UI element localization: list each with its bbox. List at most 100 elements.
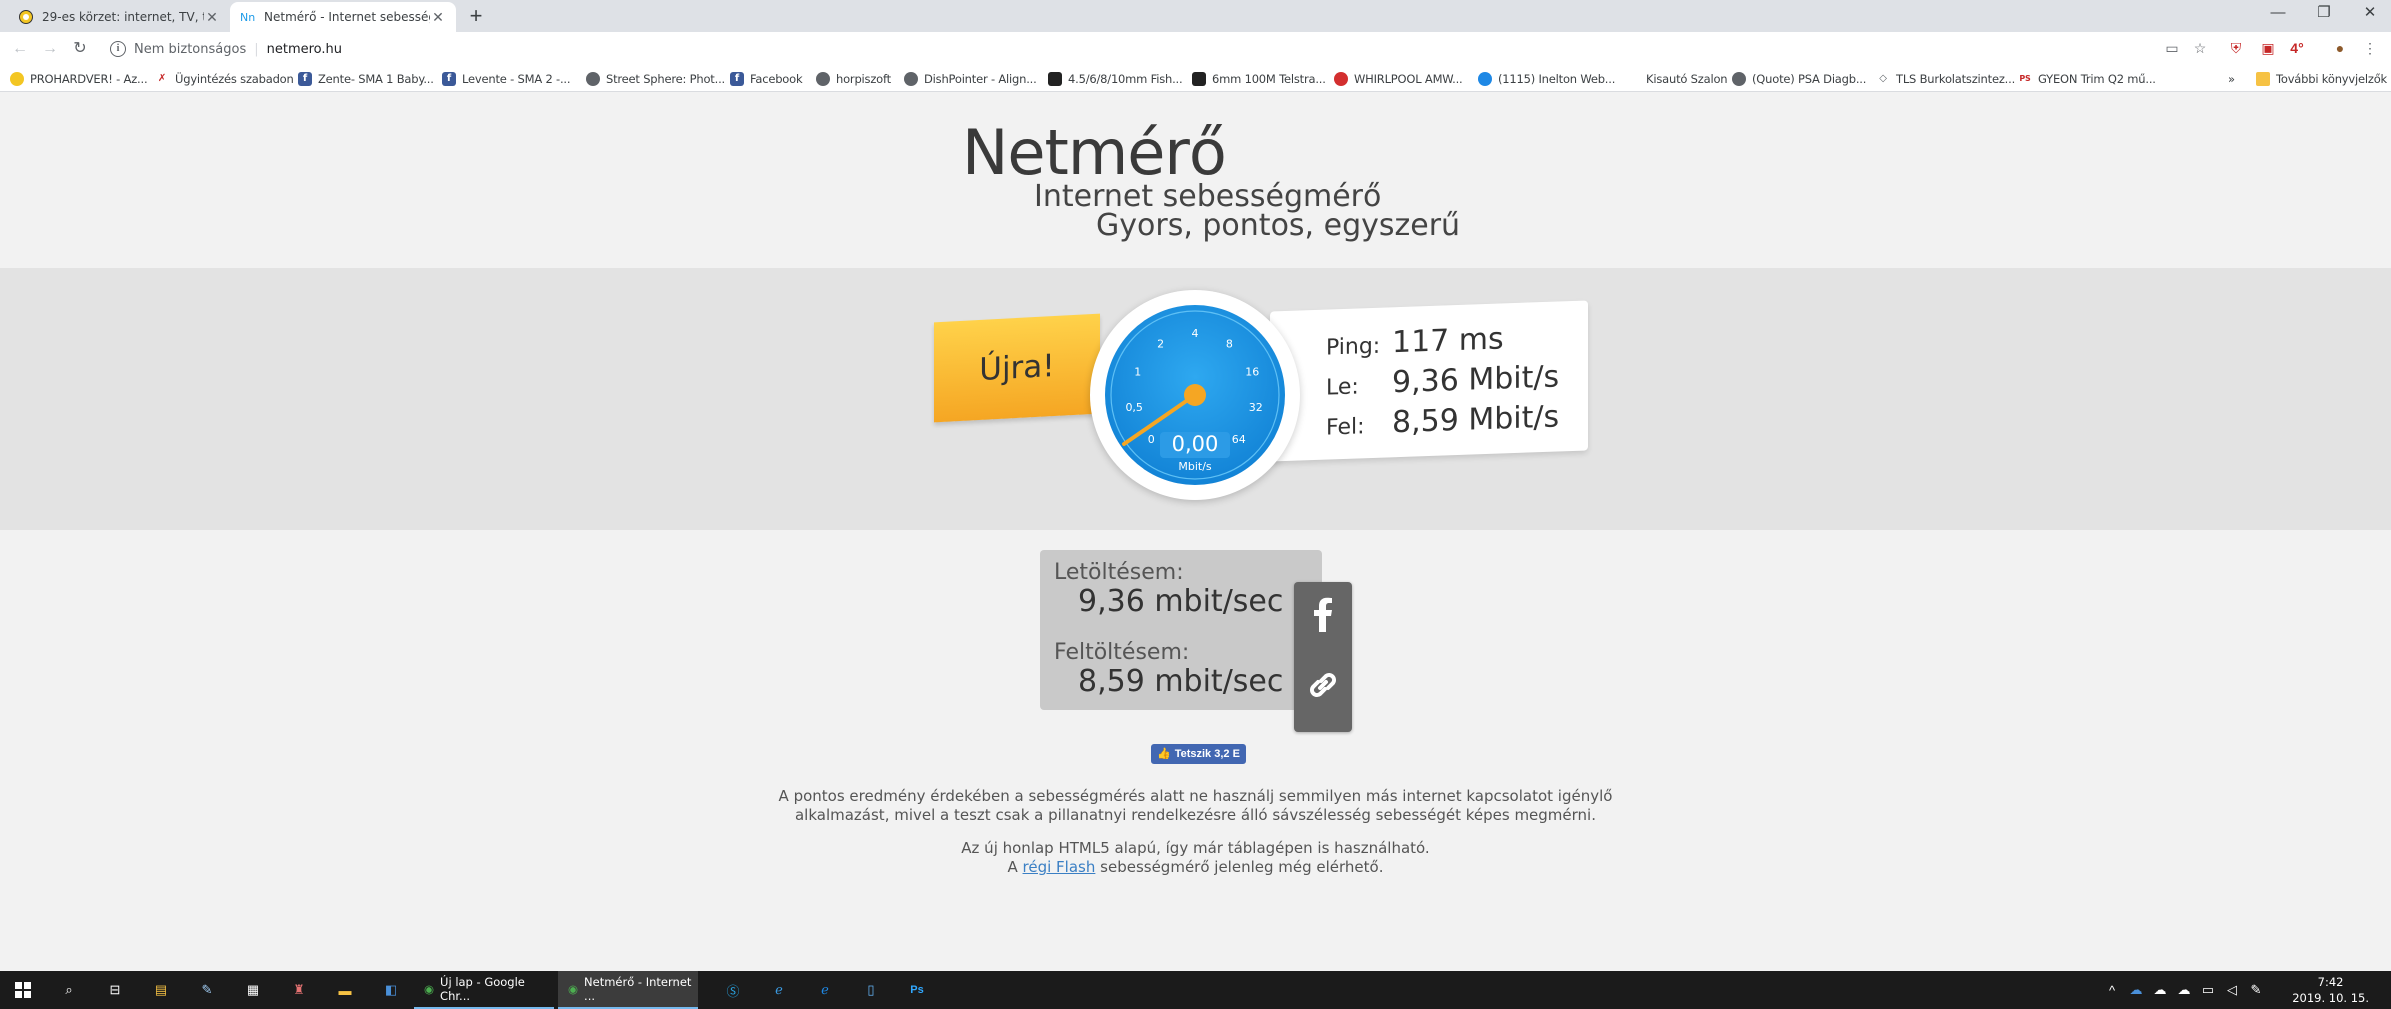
folder-icon <box>2256 72 2270 86</box>
extension-shield-icon[interactable]: ⛨ <box>2226 38 2246 58</box>
phone-app-icon[interactable]: ▯ <box>848 971 894 1009</box>
photoshop-icon[interactable]: Ps <box>894 971 940 1009</box>
old-flash-link[interactable]: régi Flash <box>1023 858 1096 876</box>
ping-label: Ping: <box>1326 333 1381 361</box>
new-tab-button[interactable]: + <box>463 4 489 30</box>
copy-link-icon[interactable] <box>1306 668 1340 702</box>
restart-test-button[interactable]: Újra! <box>934 313 1100 423</box>
skype-icon[interactable]: Ⓢ <box>710 971 756 1009</box>
my-download-value: 9,36 mbit/sec <box>1078 584 1284 619</box>
gauge-tick-label: 8 <box>1226 337 1233 350</box>
bookmark-item[interactable]: (1115) Inelton Web... <box>1478 69 1615 89</box>
search-icon[interactable]: ⌕ <box>46 971 92 1009</box>
bookmark-favicon-icon: ✗ <box>157 73 167 84</box>
url-text: netmero.hu <box>266 41 343 57</box>
outlook-icon[interactable]: ◧ <box>368 971 414 1009</box>
browser-tab-2[interactable]: Nn Netmérő - Internet sebességmérő ✕ <box>230 2 456 32</box>
facebook-share-icon[interactable] <box>1308 596 1338 632</box>
globe-icon <box>1732 72 1746 86</box>
address-bar[interactable]: i Nem biztonságos | netmero.hu <box>100 36 2180 62</box>
site-tagline: Gyors, pontos, egyszerű <box>1096 208 1461 243</box>
facebook-icon: f <box>730 72 744 86</box>
bookmarks-overflow-icon[interactable]: » <box>2228 69 2235 89</box>
cast-icon[interactable]: ▭ <box>2162 38 2182 58</box>
bookmark-item[interactable]: WHIRLPOOL AMW... <box>1334 69 1463 89</box>
bookmark-item[interactable]: Kisautó Szalon <box>1626 69 1728 89</box>
onedrive-icon[interactable]: ☁ <box>2124 971 2148 1009</box>
bookmark-item[interactable]: ✗ Ügyintézés szabadon <box>155 69 294 89</box>
tray-chevron-icon[interactable]: ^ <box>2100 971 2124 1009</box>
info-text-line-1: A pontos eredmény érdekében a sebességmé… <box>778 787 1613 805</box>
weather-extension[interactable]: 4° <box>2285 38 2309 58</box>
file-explorer-icon[interactable]: ▬ <box>322 971 368 1009</box>
cloud-upload-icon[interactable]: ☁ <box>2172 971 2196 1009</box>
bookmark-item[interactable]: f Zente- SMA 1 Baby... <box>298 69 434 89</box>
gauge-tick-label: 16 <box>1245 365 1259 378</box>
edge-icon[interactable]: ℯ <box>802 971 848 1009</box>
input-icon[interactable]: ✎ <box>2244 971 2268 1009</box>
system-clock[interactable]: 7:42 2019. 10. 15. <box>2292 974 2369 1006</box>
bookmark-item[interactable]: 4.5/6/8/10mm Fish... <box>1048 69 1183 89</box>
other-bookmarks[interactable]: További könyvjelzők <box>2256 69 2387 89</box>
bookmark-item[interactable]: (Quote) PSA Diagb... <box>1732 69 1866 89</box>
reload-icon[interactable]: ↻ <box>68 38 92 60</box>
network-icon[interactable]: ▭ <box>2196 971 2220 1009</box>
store-icon[interactable]: ▤ <box>138 971 184 1009</box>
tab-close-icon[interactable]: ✕ <box>430 9 446 26</box>
bookmark-item[interactable]: horpiszoft <box>816 69 891 89</box>
bookmark-item[interactable]: DishPointer - Align... <box>904 69 1037 89</box>
app-icon[interactable]: ♜ <box>276 971 322 1009</box>
tab-title: Netmérő - Internet sebességmérő <box>264 10 430 24</box>
pen-app-icon[interactable]: ✎ <box>184 971 230 1009</box>
minimize-button[interactable]: — <box>2255 0 2301 28</box>
bookmark-item[interactable]: PS GYEON Trim Q2 mű... <box>2018 69 2156 89</box>
info-icon[interactable]: i <box>110 41 126 57</box>
tab-close-icon[interactable]: ✕ <box>204 9 220 26</box>
star-icon[interactable]: ☆ <box>2190 38 2210 58</box>
bookmark-favicon-icon: ◇ <box>1879 73 1887 84</box>
browser-toolbar: ← → ↻ i Nem biztonságos | netmero.hu <box>0 32 2391 66</box>
task-view-icon[interactable]: ⊟ <box>92 971 138 1009</box>
bookmarks-bar: PROHARDVER! - Az... ✗ Ügyintézés szabadon… <box>0 66 2391 92</box>
bookmark-item[interactable]: f Levente - SMA 2 -... <box>442 69 571 89</box>
gauge-tick-label: 0,5 <box>1125 401 1143 414</box>
download-label: Le: <box>1326 374 1359 401</box>
bookmark-item[interactable]: 6mm 100M Telstra... <box>1192 69 1326 89</box>
bookmark-item[interactable]: f Facebook <box>730 69 803 89</box>
info-text-line-2: alkalmazást, mivel a teszt csak a pillan… <box>794 806 1596 824</box>
internet-explorer-icon[interactable]: ℯ <box>756 971 802 1009</box>
bookmark-item[interactable]: PROHARDVER! - Az... <box>10 69 148 89</box>
my-upload-value: 8,59 mbit/sec <box>1078 664 1284 699</box>
bookmark-favicon-icon <box>10 72 24 86</box>
restore-button[interactable]: ❐ <box>2301 0 2347 28</box>
close-window-button[interactable]: ✕ <box>2347 0 2391 28</box>
taskbar-chrome-window-1[interactable]: ◉ Új lap - Google Chr... <box>414 971 554 1009</box>
cloud-icon[interactable]: ☁ <box>2148 971 2172 1009</box>
globe-icon <box>816 72 830 86</box>
speed-gauge: 0 0,5 1 2 4 8 16 32 64 0,00 Mbit/s <box>1090 290 1300 500</box>
taskbar-chrome-window-2[interactable]: ◉ Netmérő - Internet ... <box>558 971 698 1009</box>
upload-value: 8,59 Mbit/s <box>1392 399 1560 441</box>
facebook-like-button[interactable]: 👍 Tetszik 3,2 E <box>1151 744 1246 764</box>
extension-mail-icon[interactable]: ▣ <box>2258 38 2278 58</box>
start-button[interactable] <box>0 971 46 1009</box>
volume-icon[interactable]: ◁ <box>2220 971 2244 1009</box>
calculator-icon[interactable]: ▦ <box>230 971 276 1009</box>
profile-avatar[interactable]: ● <box>2330 38 2350 58</box>
bookmark-item[interactable]: ◇ TLS Burkolatszintez... <box>1876 69 2015 89</box>
forward-arrow-icon[interactable]: → <box>38 38 62 60</box>
info-text-line-4: A régi Flash sebességmérő jelenleg még e… <box>1007 858 1384 876</box>
bookmark-item[interactable]: Street Sphere: Phot... <box>586 69 725 89</box>
gauge-tick-label: 1 <box>1134 365 1141 378</box>
back-arrow-icon[interactable]: ← <box>8 38 32 60</box>
bookmark-favicon-icon <box>1478 72 1492 86</box>
gauge-tick-label: 4 <box>1192 327 1199 340</box>
gauge-tick-label: 0 <box>1148 433 1155 446</box>
whirlpool-icon <box>1334 72 1348 86</box>
menu-icon[interactable]: ⋮ <box>2360 38 2380 58</box>
clock-date: 2019. 10. 15. <box>2292 991 2369 1005</box>
security-label: Nem biztonságos <box>134 41 247 57</box>
browser-tab-1[interactable]: 29-es körzet: internet, TV, telefon ✕ <box>8 2 230 32</box>
chrome-icon: ◉ <box>424 982 435 996</box>
bookmark-favicon-icon: PS <box>2019 74 2031 83</box>
